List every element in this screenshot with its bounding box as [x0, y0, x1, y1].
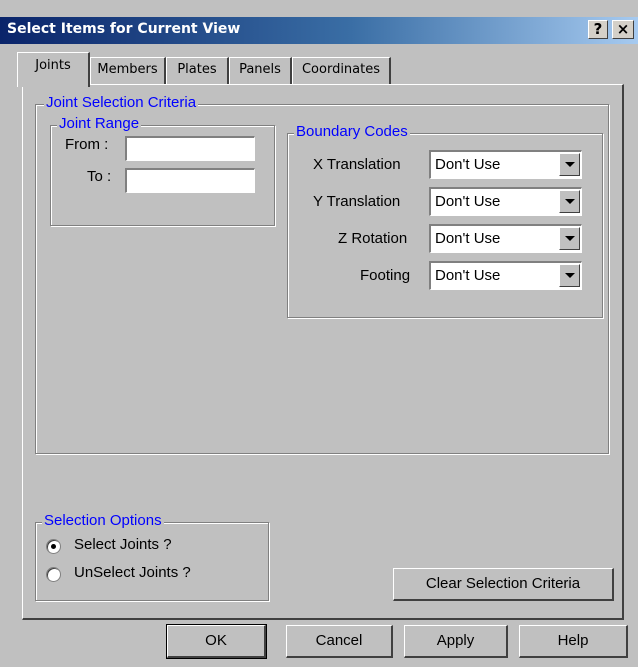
- title-bar[interactable]: Select Items for Current View ? ×: [0, 17, 638, 44]
- boundary-codes-legend: Boundary Codes: [294, 123, 410, 140]
- apply-button[interactable]: Apply: [404, 625, 508, 658]
- to-label: To :: [87, 168, 112, 185]
- z-rotation-select[interactable]: Don't Use: [429, 224, 582, 253]
- chevron-down-icon[interactable]: [559, 227, 580, 250]
- tab-members[interactable]: Members: [90, 57, 166, 84]
- cancel-button[interactable]: Cancel: [286, 625, 393, 658]
- chevron-down-icon[interactable]: [559, 190, 580, 213]
- selection-options-group: Selection Options Select Joints ? UnSele…: [35, 512, 269, 601]
- y-translation-value: Don't Use: [435, 193, 501, 210]
- window-title: Select Items for Current View: [7, 21, 241, 37]
- to-input[interactable]: [125, 168, 255, 193]
- footing-value: Don't Use: [435, 267, 501, 284]
- tab-panels[interactable]: Panels: [229, 57, 292, 84]
- tab-panel: Joint Selection Criteria Joint Range Fro…: [22, 84, 624, 620]
- unselect-joints-label[interactable]: UnSelect Joints ?: [74, 564, 191, 581]
- joint-selection-criteria-legend: Joint Selection Criteria: [44, 94, 199, 111]
- clear-selection-criteria-button[interactable]: Clear Selection Criteria: [393, 568, 614, 601]
- from-input[interactable]: [125, 136, 255, 161]
- z-rotation-label: Z Rotation: [338, 230, 408, 247]
- y-translation-label: Y Translation: [313, 193, 401, 210]
- unselect-joints-radio[interactable]: [46, 567, 61, 582]
- selection-options-legend: Selection Options: [42, 512, 164, 529]
- footing-select[interactable]: Don't Use: [429, 261, 582, 290]
- joint-range-legend: Joint Range: [57, 115, 142, 132]
- tab-joints[interactable]: Joints: [17, 52, 90, 87]
- tab-coordinates[interactable]: Coordinates: [292, 57, 391, 84]
- x-translation-value: Don't Use: [435, 156, 501, 173]
- ok-button[interactable]: OK: [166, 624, 267, 659]
- joint-selection-criteria-group: Joint Selection Criteria Joint Range Fro…: [35, 94, 609, 454]
- boundary-codes-group: Boundary Codes X Translation Don't Use Y…: [287, 123, 603, 318]
- chevron-down-icon[interactable]: [559, 153, 580, 176]
- select-joints-label[interactable]: Select Joints ?: [74, 536, 172, 553]
- x-translation-select[interactable]: Don't Use: [429, 150, 582, 179]
- x-translation-label: X Translation: [313, 156, 401, 173]
- help-icon[interactable]: ?: [588, 20, 608, 39]
- select-joints-radio[interactable]: [46, 539, 61, 554]
- help-button[interactable]: Help: [519, 625, 628, 658]
- footing-label: Footing: [360, 267, 411, 284]
- from-label: From :: [65, 136, 109, 153]
- y-translation-select[interactable]: Don't Use: [429, 187, 582, 216]
- tab-plates[interactable]: Plates: [166, 57, 229, 84]
- close-icon[interactable]: ×: [612, 20, 634, 39]
- chevron-down-icon[interactable]: [559, 264, 580, 287]
- dialog-window: Select Items for Current View ? × Joints…: [0, 0, 638, 667]
- z-rotation-value: Don't Use: [435, 230, 501, 247]
- joint-range-group: Joint Range From : To :: [50, 115, 275, 226]
